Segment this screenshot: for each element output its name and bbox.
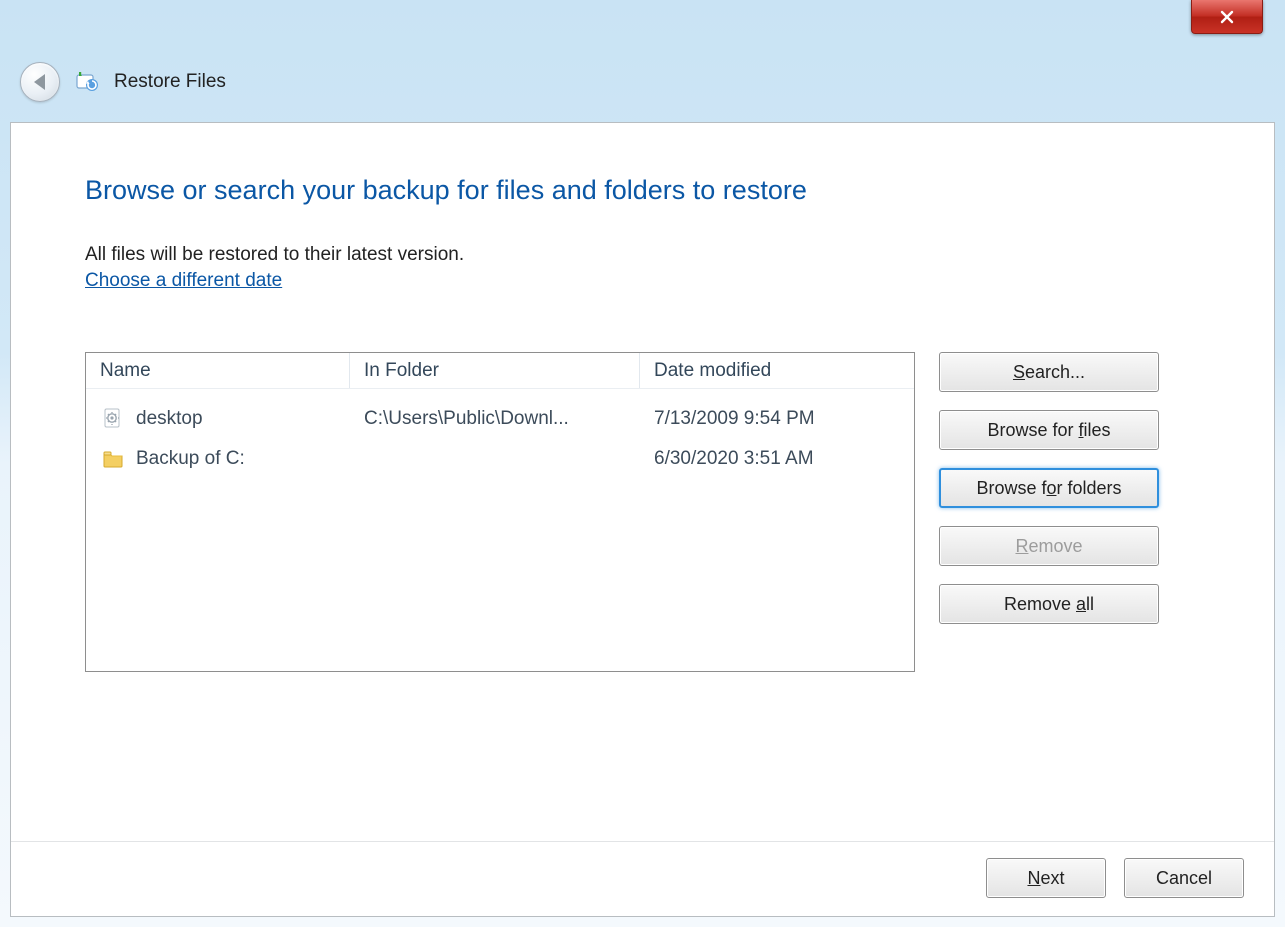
close-icon [1219, 9, 1235, 25]
wizard-window: Restore Files Browse or search your back… [0, 0, 1285, 927]
browse-folders-button[interactable]: Browse for folders [939, 468, 1159, 508]
choose-date-link[interactable]: Choose a different date [85, 270, 282, 292]
list-item[interactable]: Backup of C: 6/30/2020 3:51 AM [86, 439, 914, 479]
cell-date-text: 7/13/2009 9:54 PM [640, 408, 914, 430]
remove-all-button[interactable]: Remove all [939, 584, 1159, 624]
back-arrow-icon [34, 74, 45, 90]
file-list-header: Name In Folder Date modified [86, 353, 914, 389]
action-buttons: Search... Browse for files Browse for fo… [939, 352, 1159, 672]
restore-files-icon [74, 69, 100, 95]
back-button[interactable] [20, 62, 60, 102]
cell-name-text: desktop [136, 408, 203, 430]
folder-icon [100, 446, 126, 472]
list-item[interactable]: desktop C:\Users\Public\Downl... 7/13/20… [86, 399, 914, 439]
cell-date-text: 6/30/2020 3:51 AM [640, 448, 914, 470]
footer-separator [11, 841, 1274, 842]
search-button[interactable]: Search... [939, 352, 1159, 392]
page-subheading: All files will be restored to their late… [85, 244, 1214, 266]
remove-button: Remove [939, 526, 1159, 566]
next-button[interactable]: Next [986, 858, 1106, 898]
page-heading: Browse or search your backup for files a… [85, 175, 1214, 206]
wizard-footer: Next Cancel [986, 858, 1244, 898]
close-button[interactable] [1191, 0, 1263, 34]
cancel-button[interactable]: Cancel [1124, 858, 1244, 898]
cell-name-text: Backup of C: [136, 448, 245, 470]
column-header-name[interactable]: Name [86, 353, 350, 388]
cell-folder-text: C:\Users\Public\Downl... [350, 408, 640, 430]
browse-files-button[interactable]: Browse for files [939, 410, 1159, 450]
file-list[interactable]: Name In Folder Date modified desktop [85, 352, 915, 672]
column-header-folder[interactable]: In Folder [350, 353, 640, 388]
config-file-icon [100, 406, 126, 432]
column-header-date[interactable]: Date modified [640, 353, 914, 388]
wizard-header: Restore Files [20, 62, 226, 102]
wizard-title: Restore Files [114, 71, 226, 93]
wizard-panel: Browse or search your backup for files a… [10, 122, 1275, 917]
